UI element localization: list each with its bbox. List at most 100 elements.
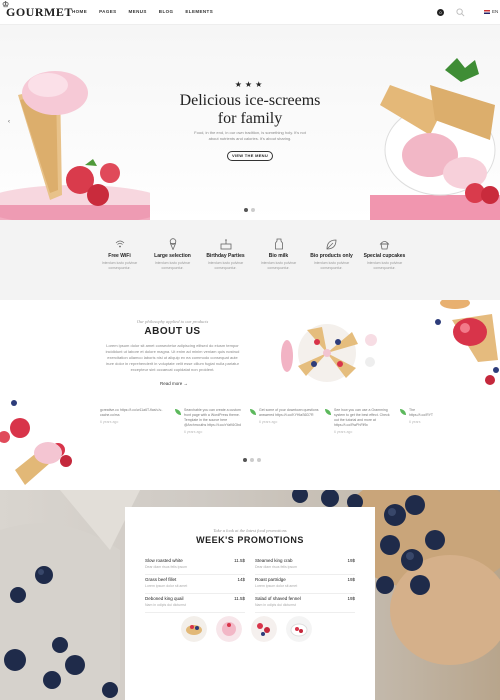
hero-slider: ★★★ Delicious ice-screems for family Foo… bbox=[0, 25, 500, 220]
read-more-link[interactable]: Read more → bbox=[160, 381, 188, 386]
promo-item-desc: Lorem ipsum dolor sit amet bbox=[255, 584, 298, 588]
promotions-card: Take a look at the latest food promotion… bbox=[125, 507, 375, 700]
tweet-text: See how you can use a Gramming system to… bbox=[334, 408, 390, 427]
tweet-time: 6 years bbox=[409, 420, 421, 424]
tweet-time: 6 years ago bbox=[259, 420, 278, 424]
promo-thumbnail-3[interactable] bbox=[251, 616, 277, 642]
menu-elements[interactable]: ELEMENTS bbox=[185, 9, 213, 14]
promo-thumbnail-2[interactable] bbox=[216, 616, 242, 642]
promo-item-desc: Dear diam risus felis ipsum bbox=[255, 565, 298, 569]
food-plate-image bbox=[281, 324, 377, 382]
menu-menus[interactable]: MENUS bbox=[129, 9, 147, 14]
berries-decoration-image bbox=[435, 300, 499, 385]
leaf-icon bbox=[325, 409, 331, 415]
hero-pagination bbox=[244, 208, 255, 212]
about-subtitle: Our philosophy applied to our products bbox=[136, 319, 209, 324]
top-navigation: ♔ GOURMET HOME PAGES MENUS BLOG ELEMENTS… bbox=[0, 0, 500, 25]
twitter-feed: gcreative.co https://t.co/w11a6T-flash-l… bbox=[100, 408, 433, 435]
feature-desc: Interdum iusto pulvinar consequuntur. bbox=[207, 261, 244, 270]
promo-item-price: 11.5$ bbox=[234, 596, 245, 601]
search-icon[interactable] bbox=[456, 8, 465, 17]
hero-dot-2[interactable] bbox=[251, 208, 255, 212]
tweet-time: 6 years ago bbox=[184, 430, 203, 434]
rating-stars: ★★★ bbox=[234, 80, 266, 89]
hero-description: Food, in the end, in our own tradition, … bbox=[194, 130, 306, 141]
feature-special-cupcakes: Special cupcakes Interdum iusto pulvinar… bbox=[358, 238, 411, 271]
feature-desc: Interdum iusto pulvinar consequuntur. bbox=[313, 261, 350, 270]
promo-thumbnail-4[interactable] bbox=[286, 616, 312, 642]
promo-item-price: 19$ bbox=[347, 577, 355, 582]
promo-item-desc: Dear diam risus felis ipsum bbox=[145, 565, 188, 569]
cupcake-icon bbox=[379, 240, 390, 249]
hero-title: Delicious ice-screems for family bbox=[0, 92, 500, 128]
feature-bio-milk: Bio milk Interdum iusto pulvinar consequ… bbox=[252, 238, 305, 271]
promo-item-name: Steamed king crab bbox=[255, 558, 293, 563]
promo-item[interactable]: Steamed king crab 19$ Dear diam risus fe… bbox=[255, 556, 355, 575]
leaf-icon bbox=[400, 409, 406, 415]
leaf-icon bbox=[175, 409, 181, 415]
feature-birthday-parties: Birthday Parties Interdum iusto pulvinar… bbox=[199, 238, 252, 271]
promo-item[interactable]: Deboned king quail 11.5$ Nam in odipis d… bbox=[145, 594, 245, 613]
about-title: ABOUT US bbox=[144, 326, 201, 337]
promo-item[interactable]: Salad of shaved fennel 19$ Nam in odipis… bbox=[255, 594, 355, 613]
language-switcher[interactable]: EN bbox=[484, 9, 498, 14]
milk-icon bbox=[274, 238, 283, 250]
menu-pages[interactable]: PAGES bbox=[99, 9, 116, 14]
about-text: Lorem ipsum dolor sit amet consectetur a… bbox=[105, 343, 240, 372]
feature-desc: Interdum iusto pulvinar consequuntur. bbox=[101, 261, 138, 270]
promo-item[interactable]: Roast partridge 19$ Lorem ipsum dolor si… bbox=[255, 575, 355, 594]
logo[interactable]: ♔ GOURMET bbox=[2, 0, 73, 20]
hero-dot-1[interactable] bbox=[244, 208, 248, 212]
tweet-time: 6 years ago bbox=[100, 420, 119, 424]
tweets-dot-3[interactable] bbox=[257, 458, 261, 462]
promotions-title: WEEK'S PROMOTIONS bbox=[196, 535, 304, 545]
promo-item-desc: Nam in odipis dui dictumst bbox=[145, 603, 186, 607]
promo-item[interactable]: Slow roasted white 11.5$ Dear diam risus… bbox=[145, 556, 245, 575]
feature-free-wifi: Free WiFi Interdum iusto pulvinar conseq… bbox=[93, 238, 146, 271]
ice-cream-cone-right-image bbox=[370, 58, 500, 220]
feature-desc: Interdum iusto pulvinar consequuntur. bbox=[260, 261, 297, 270]
tweets-pagination bbox=[243, 458, 261, 462]
promo-thumbnails bbox=[181, 616, 312, 642]
main-menu: HOME PAGES MENUS BLOG ELEMENTS bbox=[72, 9, 213, 14]
promotions-left-column: Slow roasted white 11.5$ Dear diam risus… bbox=[145, 556, 245, 613]
slider-prev-arrow-icon[interactable]: ‹ bbox=[8, 119, 10, 125]
tweet-text: Get some of your downtown questions answ… bbox=[259, 408, 319, 417]
promotions-subtitle: Take a look at the latest food promotion… bbox=[213, 528, 287, 533]
features-strip: Free WiFi Interdum iusto pulvinar conseq… bbox=[0, 220, 500, 300]
logo-text: GOURMET bbox=[6, 5, 73, 19]
tweet-text: The https://t.co/RYT bbox=[409, 408, 434, 417]
tweet-item: The https://t.co/RYT 6 years bbox=[400, 408, 433, 435]
leaf-icon bbox=[250, 409, 256, 415]
feature-title: Birthday Parties bbox=[206, 253, 245, 259]
about-section: Our philosophy applied to our products A… bbox=[0, 300, 500, 490]
promo-item-price: 11.5$ bbox=[234, 558, 245, 563]
ice-cream-cone-small-image bbox=[0, 400, 72, 485]
view-menu-button[interactable]: VIEW THE MENU bbox=[227, 151, 273, 161]
promo-thumbnail-1[interactable] bbox=[181, 616, 207, 642]
promo-item-name: Deboned king quail bbox=[145, 596, 184, 601]
promotions-right-column: Steamed king crab 19$ Dear diam risus fe… bbox=[255, 556, 355, 613]
wifi-icon bbox=[115, 240, 124, 248]
language-label: EN bbox=[492, 9, 499, 14]
chef-hat-icon: ♔ bbox=[2, 0, 10, 9]
promo-item[interactable]: Grass beef fillet 14$ Lorem ipsum dolor … bbox=[145, 575, 245, 594]
promo-item-desc: Lorem ipsum dolor sit amet bbox=[145, 584, 188, 588]
feature-title: Free WiFi bbox=[108, 253, 131, 259]
promo-item-name: Salad of shaved fennel bbox=[255, 596, 301, 601]
promo-item-price: 19$ bbox=[347, 558, 355, 563]
cart-badge[interactable]: 0 bbox=[437, 9, 444, 16]
tweet-text: Searchable you can create a custom front… bbox=[184, 408, 241, 427]
promo-item-price: 14$ bbox=[237, 577, 245, 582]
menu-blog[interactable]: BLOG bbox=[159, 9, 174, 14]
promo-item-name: Roast partridge bbox=[255, 577, 286, 582]
tweets-dot-1[interactable] bbox=[243, 458, 247, 462]
tweet-text: gcreative.co https://t.co/w11a6T-flash-l… bbox=[100, 408, 163, 417]
promo-item-price: 19$ bbox=[347, 596, 355, 601]
menu-home[interactable]: HOME bbox=[72, 9, 87, 14]
feature-title: Bio milk bbox=[268, 253, 289, 259]
ice-cream-icon bbox=[169, 238, 176, 250]
feature-desc: Interdum iusto pulvinar consequuntur. bbox=[154, 261, 191, 270]
tweets-dot-2[interactable] bbox=[250, 458, 254, 462]
tweet-time: 6 years ago bbox=[334, 430, 353, 434]
